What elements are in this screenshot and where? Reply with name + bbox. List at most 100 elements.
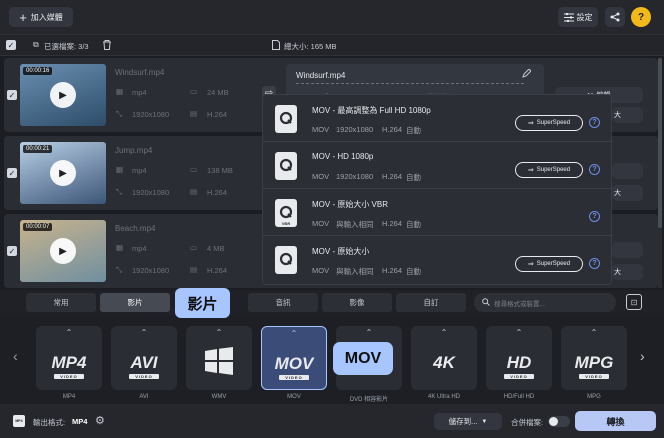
superspeed-label: SuperSpeed <box>536 261 571 267</box>
preset-option[interactable]: VBR MOV - 原始大小 VBR MOV 與輸入相同 H.264 自動 ? <box>263 189 613 236</box>
preset-card[interactable]: ⌃ MPG VIDEO <box>561 326 627 390</box>
codec-icon: ▤ <box>190 187 198 196</box>
share-button[interactable] <box>605 7 625 27</box>
preset-title: MOV - 原始大小 <box>312 247 370 256</box>
files-icon: ⧉ <box>33 40 39 49</box>
edit-button-row-2[interactable] <box>612 163 643 179</box>
compress-button-row-2[interactable]: 大 <box>612 185 643 201</box>
preset-card[interactable]: ⌃ AVI VIDEO <box>111 326 177 390</box>
file-size: 4 MB <box>207 244 225 253</box>
add-preset-icon[interactable]: ⊡ <box>626 294 642 310</box>
video-thumbnail[interactable]: 00:00:07 ▶ <box>20 220 106 282</box>
compress-label: 大 <box>614 112 621 119</box>
film-icon: ▦ <box>116 165 124 174</box>
file-size-icon: ▭ <box>190 87 198 96</box>
settings-button[interactable]: 設定 <box>558 7 598 27</box>
preset-logo-sub: VIDEO <box>279 375 309 380</box>
preset-option[interactable]: MOV - 最高調整為 Full HD 1080p MOV 1920x1080 … <box>263 95 613 142</box>
tab-image[interactable]: 影像 <box>322 293 392 312</box>
preset-logo-sub: VIDEO <box>579 374 609 379</box>
preset-format: MOV <box>312 219 330 228</box>
format-preset-dropdown[interactable]: MOV - 最高調整為 Full HD 1080p MOV 1920x1080 … <box>262 94 613 285</box>
preset-title: MOV - 原始大小 VBR <box>312 200 389 209</box>
tab-audio[interactable]: 音訊 <box>248 293 318 312</box>
search-placeholder: 搜尋格式或裝置... <box>494 301 545 308</box>
info-icon[interactable]: ? <box>589 164 600 175</box>
scroll-left-icon[interactable]: ‹ <box>13 348 18 364</box>
info-icon[interactable]: ? <box>589 117 600 128</box>
play-icon[interactable]: ▶ <box>50 160 76 186</box>
preset-format: MOV <box>312 266 330 275</box>
windows-logo-icon <box>205 347 233 375</box>
preset-logo-sub: VIDEO <box>129 374 159 379</box>
play-icon[interactable]: ▶ <box>50 238 76 264</box>
edit-button-row-3[interactable] <box>612 242 643 258</box>
chevron-up-icon: ⌃ <box>215 328 223 337</box>
file-format: mp4 <box>132 166 147 175</box>
tab-label: 自訂 <box>423 298 439 307</box>
play-icon[interactable]: ▶ <box>50 82 76 108</box>
preset-option[interactable]: MOV - HD 1080p MOV 1920x1080 H.264 自動 ⇒ S… <box>263 142 613 189</box>
trash-icon[interactable] <box>103 40 111 50</box>
chevron-up-icon: ⌃ <box>590 328 598 337</box>
superspeed-badge: ⇒ SuperSpeed <box>515 162 583 178</box>
file-codec: H.264 <box>207 266 228 275</box>
preset-logo-sub: VIDEO <box>54 374 84 379</box>
scroll-right-icon[interactable]: › <box>640 348 645 364</box>
file-checkbox[interactable]: ✓ <box>7 168 17 178</box>
preset-card[interactable]: ⌃ <box>186 326 252 390</box>
file-format: mp4 <box>132 88 147 97</box>
add-media-button[interactable]: + 加入媒體 <box>9 7 73 27</box>
video-thumbnail[interactable]: 00:00:21 ▶ <box>20 142 106 204</box>
help-icon[interactable]: ? <box>631 7 651 27</box>
preset-card[interactable]: ⌃ 4K <box>411 326 477 390</box>
selection-status-bar: ✓ ⧉ 已選檔案: 3/3 總大小: 165 MB <box>0 34 664 56</box>
add-media-label: 加入媒體 <box>30 12 63 22</box>
convert-label: 轉換 <box>606 416 625 427</box>
share-icon <box>610 12 620 22</box>
preset-codec: H.264 <box>382 172 403 181</box>
duration-badge: 00:00:07 <box>23 223 53 231</box>
tab-custom[interactable]: 自訂 <box>396 293 466 312</box>
preset-label: 4K Ultra HD <box>427 394 460 400</box>
info-icon[interactable]: ? <box>589 211 600 222</box>
file-resolution: 1920x1080 <box>132 110 170 119</box>
preset-card[interactable]: ⌃ MOV VIDEO <box>261 326 327 390</box>
resolution-icon: ⤡ <box>116 265 122 274</box>
tab-common[interactable]: 常用 <box>26 293 96 312</box>
tab-video[interactable]: 影片 <box>100 293 170 312</box>
info-icon[interactable]: ? <box>589 258 600 269</box>
file-codec: H.264 <box>207 110 228 119</box>
preset-codec: H.264 <box>382 266 403 275</box>
preset-card[interactable]: ⌃ HD VIDEO <box>486 326 552 390</box>
file-name: Beach.mp4 <box>115 224 156 233</box>
format-search-input[interactable]: 搜尋格式或裝置... <box>474 293 616 312</box>
video-thumbnail[interactable]: 00:00:16 ▶ <box>20 64 106 126</box>
merge-files-label: 合併檔案: <box>511 418 544 427</box>
document-icon <box>272 40 280 50</box>
compress-button-row-1[interactable]: 大 <box>612 107 643 123</box>
preset-option[interactable]: MOV - 原始大小 MOV 與輸入相同 H.264 自動 ⇒ SuperSpee… <box>263 236 613 283</box>
bottom-bar: MP4 輸出格式: MP4 ⚙ 儲存到... ▼ 合併檔案: 轉換 <box>0 404 664 438</box>
pencil-icon[interactable] <box>522 69 531 78</box>
total-size-label: 總大小: 165 MB <box>284 42 337 51</box>
vbr-icon-text: VBR <box>281 220 291 226</box>
output-format-value[interactable]: MP4 <box>72 417 87 426</box>
file-checkbox[interactable]: ✓ <box>7 90 17 100</box>
preset-card[interactable]: ⌃ MP4 VIDEO <box>36 326 102 390</box>
compress-button-row-3[interactable]: 大 <box>612 264 643 280</box>
convert-button[interactable]: 轉換 <box>575 411 656 431</box>
merge-files-toggle[interactable] <box>548 416 570 427</box>
save-to-button[interactable]: 儲存到... ▼ <box>434 413 502 430</box>
preset-label: AVI <box>139 394 149 400</box>
file-list-scrollbar[interactable] <box>658 58 662 288</box>
preset-title: MOV - HD 1080p <box>312 152 374 161</box>
preset-logo-text: HD <box>506 353 532 372</box>
select-all-checkbox[interactable]: ✓ <box>6 40 16 50</box>
preset-label: HD/Full HD <box>503 394 535 400</box>
gear-icon[interactable]: ⚙ <box>95 414 105 427</box>
preset-resolution: 與輸入相同 <box>336 220 374 229</box>
file-checkbox[interactable]: ✓ <box>7 246 17 256</box>
preset-logo-text: MP4 <box>51 353 87 372</box>
file-resolution: 1920x1080 <box>132 266 170 275</box>
